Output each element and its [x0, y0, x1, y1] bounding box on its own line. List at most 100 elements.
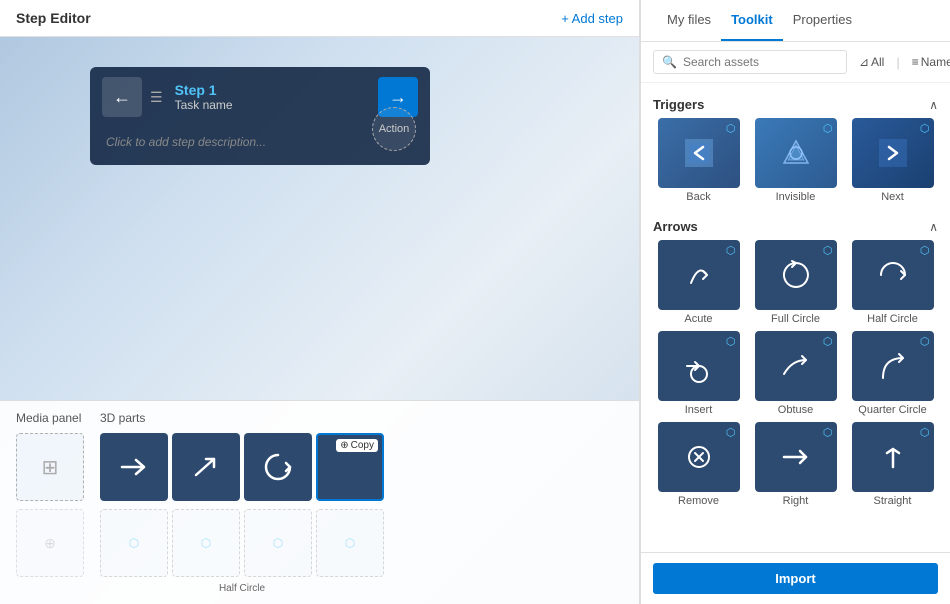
arrow-right-item[interactable]: ⬡ Right	[750, 422, 841, 507]
triggers-grid: ⬡ Back ⬡	[653, 118, 938, 203]
trigger-invisible-icon	[774, 131, 818, 175]
parts-slot-3[interactable]	[244, 433, 312, 501]
trigger-invisible-thumb: ⬡	[755, 118, 837, 188]
arrow-straight-item[interactable]: ⬡ Straight	[847, 422, 938, 507]
parts-empty-1[interactable]: ⬡	[100, 509, 168, 577]
arrow-quarter-circle-item[interactable]: ⬡ Quarter Circle	[847, 331, 938, 416]
arrow-full-circle-icon	[774, 253, 818, 297]
empty-icon-1: ⬡	[129, 536, 139, 550]
triggers-section-header: Triggers ∧	[653, 91, 938, 118]
trigger-back-thumb: ⬡	[658, 118, 740, 188]
empty-icon-3: ⬡	[273, 536, 283, 550]
arrows-chevron[interactable]: ∧	[929, 220, 938, 234]
arrow-remove-item[interactable]: ⬡ Remove	[653, 422, 744, 507]
canvas-area: ← ☰ Step 1 Task name → Click to add step…	[0, 37, 639, 604]
sort-button[interactable]: ≡ Name	[908, 53, 950, 71]
parts-empty-4[interactable]: ⬡	[316, 509, 384, 577]
filter-label: All	[871, 55, 884, 69]
media-empty-slot-1[interactable]: ⊕	[16, 509, 84, 577]
arrow-quarter-circle-icon	[871, 344, 915, 388]
arrow-quarter-circle-label: Quarter Circle	[858, 404, 926, 416]
half-circle-label: Half Circle	[100, 583, 384, 594]
arrows-grid: ⬡ Acute ⬡ Full Circle	[653, 240, 938, 507]
parts-empty-grid: ⬡ ⬡ ⬡ ⬡	[100, 509, 384, 577]
step-menu-icon: ☰	[150, 89, 163, 106]
arrow-half-circle-item[interactable]: ⬡ Half Circle	[847, 240, 938, 325]
parts-panel-section: 3D parts	[100, 411, 384, 594]
arrow-right-thumb: ⬡	[755, 422, 837, 492]
step-task: Task name	[175, 98, 370, 112]
import-button[interactable]: Import	[653, 563, 938, 594]
arrow-half-circle-corner-icon: ⬡	[920, 244, 930, 257]
search-box[interactable]: 🔍	[653, 50, 847, 74]
filter-icon: ⊿	[859, 55, 869, 69]
media-slot-icon: ⊞	[42, 455, 59, 480]
arrow-half-circle-label: Half Circle	[867, 313, 918, 325]
filter-button[interactable]: ⊿ All	[855, 53, 888, 71]
arrow-insert-thumb: ⬡	[658, 331, 740, 401]
add-step-button[interactable]: + Add step	[561, 11, 623, 26]
import-bar: Import	[641, 552, 950, 604]
parts-empty-3[interactable]: ⬡	[244, 509, 312, 577]
parts-slot-2[interactable]	[172, 433, 240, 501]
sort-label: Name	[921, 55, 950, 69]
arrow-acute-thumb: ⬡	[658, 240, 740, 310]
media-slot[interactable]: ⊞	[16, 433, 84, 501]
tab-my-files[interactable]: My files	[657, 0, 721, 41]
arrow-remove-label: Remove	[678, 495, 719, 507]
arrow-straight-icon	[871, 435, 915, 479]
step-name: Step 1	[175, 82, 370, 98]
search-filter-row: 🔍 ⊿ All | ≡ Name	[641, 42, 950, 83]
arrow-insert-icon	[677, 344, 721, 388]
arrow-obtuse-label: Obtuse	[778, 404, 813, 416]
trigger-next-icon	[871, 131, 915, 175]
trigger-next-thumb: ⬡	[852, 118, 934, 188]
arrow-obtuse-thumb: ⬡	[755, 331, 837, 401]
arrow-acute-label: Acute	[684, 313, 712, 325]
tab-properties[interactable]: Properties	[783, 0, 862, 41]
arrow-obtuse-corner-icon: ⬡	[823, 335, 833, 348]
parts-slot-1[interactable]	[100, 433, 168, 501]
triggers-chevron[interactable]: ∧	[929, 98, 938, 112]
trigger-invisible-corner-icon: ⬡	[823, 122, 833, 135]
arrow-right-corner-icon: ⬡	[823, 426, 833, 439]
arrow-insert-label: Insert	[685, 404, 713, 416]
step-back-button[interactable]: ←	[102, 77, 142, 117]
trigger-next-corner-icon: ⬡	[920, 122, 930, 135]
media-panel-grid: ⊞	[16, 433, 84, 501]
circle-arrow-icon	[258, 447, 298, 487]
arrow-obtuse-item[interactable]: ⬡ Obtuse	[750, 331, 841, 416]
arrow-straight-label: Straight	[874, 495, 912, 507]
trigger-back-corner-icon: ⬡	[726, 122, 736, 135]
arrows-section-header: Arrows ∧	[653, 213, 938, 240]
right-arrow-icon	[114, 447, 154, 487]
empty-icon-2: ⬡	[201, 536, 211, 550]
arrow-half-circle-thumb: ⬡	[852, 240, 934, 310]
parts-slot-4-copy[interactable]: ⬡ ⊕Copy	[316, 433, 384, 501]
arrow-remove-corner-icon: ⬡	[726, 426, 736, 439]
step-editor-header: Step Editor + Add step	[0, 0, 639, 37]
arrow-full-circle-item[interactable]: ⬡ Full Circle	[750, 240, 841, 325]
right-panel: My files Toolkit Properties 🔍 ⊿ All | ≡ …	[640, 0, 950, 604]
parts-empty-2[interactable]: ⬡	[172, 509, 240, 577]
trigger-next-item[interactable]: ⬡ Next	[847, 118, 938, 203]
arrow-full-circle-corner-icon: ⬡	[823, 244, 833, 257]
arrow-acute-corner-icon: ⬡	[726, 244, 736, 257]
parts-panel-grid: ⬡ ⊕Copy	[100, 433, 384, 501]
arrow-acute-icon	[677, 253, 721, 297]
step-editor-title: Step Editor	[16, 10, 91, 26]
media-panel-section: Media panel ⊞ ⊕	[16, 411, 84, 594]
trigger-back-label: Back	[686, 191, 710, 203]
parts-panel-label: 3D parts	[100, 411, 384, 425]
arrow-right-icon	[774, 435, 818, 479]
trigger-invisible-item[interactable]: ⬡ Invisible	[750, 118, 841, 203]
arrow-acute-item[interactable]: ⬡ Acute	[653, 240, 744, 325]
arrow-insert-item[interactable]: ⬡ Insert	[653, 331, 744, 416]
arrows-title: Arrows	[653, 219, 698, 234]
trigger-invisible-label: Invisible	[776, 191, 816, 203]
search-input[interactable]	[683, 55, 838, 69]
action-button[interactable]: Action	[372, 107, 416, 151]
tab-toolkit[interactable]: Toolkit	[721, 0, 783, 41]
trigger-back-item[interactable]: ⬡ Back	[653, 118, 744, 203]
step-info: Step 1 Task name	[175, 82, 370, 112]
